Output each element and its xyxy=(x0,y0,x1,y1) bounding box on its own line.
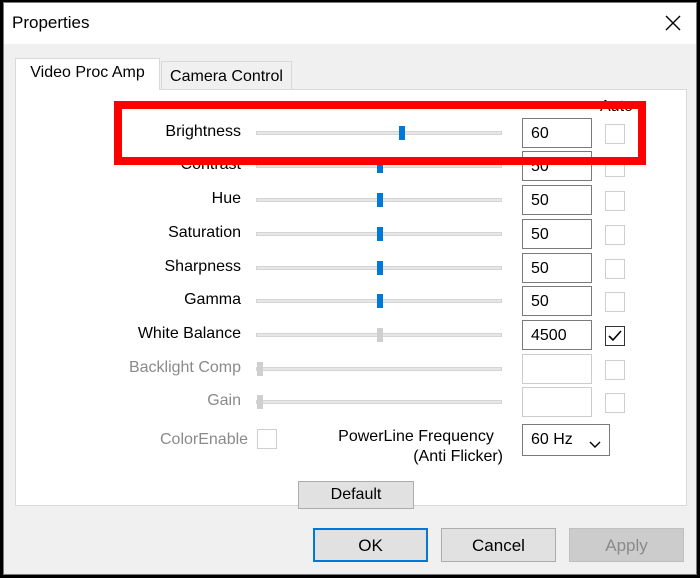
apply-button: Apply xyxy=(569,528,684,562)
brightness-value-field[interactable]: 60 xyxy=(522,118,592,148)
gain-slider-thumb xyxy=(257,395,263,409)
hue-value-field[interactable]: 50 xyxy=(522,185,592,215)
gamma-slider-thumb[interactable] xyxy=(377,294,383,308)
brightness-slider-thumb[interactable] xyxy=(399,126,405,140)
hue-label: Hue xyxy=(211,190,241,207)
powerline-frequency-select[interactable]: 60 Hz xyxy=(522,424,610,456)
brightness-label: Brightness xyxy=(165,123,241,140)
backlight-comp-slider-thumb xyxy=(257,362,263,376)
contrast-value-field[interactable]: 50 xyxy=(522,151,592,181)
white-balance-auto-checkbox[interactable] xyxy=(605,326,625,346)
gamma-label: Gamma xyxy=(184,291,241,308)
powerline-frequency-value: 60 Hz xyxy=(531,431,573,448)
contrast-slider[interactable] xyxy=(256,159,502,173)
backlight-comp-value-field xyxy=(522,354,592,384)
cancel-button[interactable]: Cancel xyxy=(441,528,556,562)
backlight-comp-slider xyxy=(256,362,502,376)
window-title: Properties xyxy=(12,13,90,32)
ok-button[interactable]: OK xyxy=(313,528,428,562)
title-bar: Properties xyxy=(4,3,696,44)
gain-value-field xyxy=(522,387,592,417)
hue-slider[interactable] xyxy=(256,193,502,207)
saturation-value-field[interactable]: 50 xyxy=(522,219,592,249)
contrast-auto-checkbox[interactable] xyxy=(605,157,625,177)
white-balance-label: White Balance xyxy=(137,325,241,342)
brightness-slider[interactable] xyxy=(256,126,502,140)
anti-flicker-label: (Anti Flicker) xyxy=(413,448,503,465)
sharpness-slider-thumb[interactable] xyxy=(377,261,383,275)
gamma-slider[interactable] xyxy=(256,294,502,308)
powerline-frequency-label: PowerLine Frequency xyxy=(338,428,494,445)
tab-camera-control[interactable]: Camera Control xyxy=(161,61,292,90)
tab-video-proc-amp[interactable]: Video Proc Amp xyxy=(15,58,160,90)
saturation-auto-checkbox[interactable] xyxy=(605,225,625,245)
hue-slider-thumb[interactable] xyxy=(377,193,383,207)
sharpness-auto-checkbox[interactable] xyxy=(605,259,625,279)
color-enable-label: ColorEnable xyxy=(160,431,249,448)
gamma-value-field[interactable]: 50 xyxy=(522,286,592,316)
gamma-auto-checkbox[interactable] xyxy=(605,292,625,312)
close-icon[interactable] xyxy=(661,11,685,35)
white-balance-value-field[interactable]: 4500 xyxy=(522,320,592,350)
contrast-label: Contrast xyxy=(180,156,241,173)
default-button[interactable]: Default xyxy=(298,481,414,509)
saturation-slider[interactable] xyxy=(256,227,502,241)
backlight-comp-auto-checkbox xyxy=(605,360,625,380)
white-balance-slider[interactable] xyxy=(256,328,502,342)
white-balance-slider-thumb[interactable] xyxy=(377,328,383,342)
gain-auto-checkbox xyxy=(605,393,625,413)
sharpness-value-field[interactable]: 50 xyxy=(522,253,592,283)
hue-auto-checkbox[interactable] xyxy=(605,191,625,211)
auto-column-header: Auto xyxy=(600,98,633,115)
saturation-label: Saturation xyxy=(168,224,241,241)
color-enable-checkbox[interactable] xyxy=(257,429,277,449)
contrast-slider-thumb[interactable] xyxy=(377,159,383,173)
checkmark-icon xyxy=(608,330,622,342)
sharpness-label: Sharpness xyxy=(164,258,242,275)
saturation-slider-thumb[interactable] xyxy=(377,227,383,241)
sharpness-slider[interactable] xyxy=(256,261,502,275)
video-proc-amp-panel: Auto Brightness 60 Contrast 50 Hue 50 Saturati… xyxy=(15,89,687,509)
gain-slider xyxy=(256,395,502,409)
chevron-down-icon xyxy=(589,436,601,454)
brightness-auto-checkbox[interactable] xyxy=(605,124,625,144)
properties-dialog: Properties Video Proc Amp Camera Control… xyxy=(3,2,697,575)
backlight-comp-label: Backlight Comp xyxy=(128,359,241,376)
gain-label: Gain xyxy=(207,392,241,409)
